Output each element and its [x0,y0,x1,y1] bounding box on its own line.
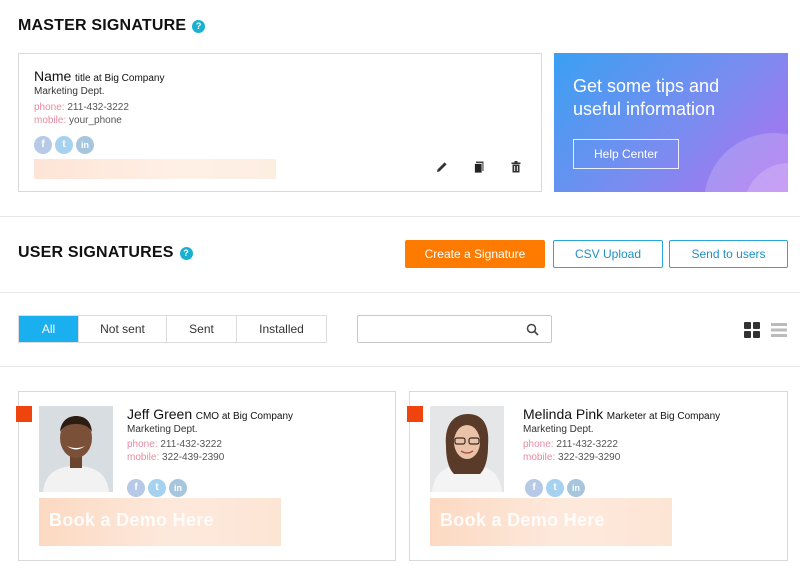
copy-icon[interactable] [472,160,486,174]
master-signature-preview: Name title at Big Company Marketing Dept… [34,68,164,154]
phone-label: phone: [523,439,554,450]
tab-installed[interactable]: Installed [237,316,326,342]
tab-sent[interactable]: Sent [167,316,237,342]
divider [0,216,800,217]
twitter-icon: t [55,136,73,154]
master-signature-title: MASTER SIGNATURE ? [18,17,206,35]
phone-label: phone: [127,439,158,450]
twitter-icon: t [148,479,166,497]
send-to-users-button[interactable]: Send to users [669,240,788,268]
signature-name: Jeff Green [127,406,193,422]
linkedin-icon: in [76,136,94,154]
demo-banner: Book a Demo Here [430,498,672,546]
tab-all[interactable]: All [19,316,79,342]
search-box [357,315,552,343]
user-signature-card[interactable]: Jeff Green CMO at Big Company Marketing … [16,391,396,561]
not-sent-flag-icon [16,406,32,422]
linkedin-icon: in [567,479,585,497]
facebook-icon: f [127,479,145,497]
not-sent-flag-icon [407,406,423,422]
pencil-icon[interactable] [435,160,449,174]
avatar [430,406,504,492]
signature-title: title at Big Company [74,73,165,84]
signature-details: Melinda Pink Marketer at Big Company Mar… [523,406,720,463]
grid-view-icon[interactable] [744,322,760,338]
phone-label: phone: [34,102,65,113]
user-signatures-title: USER SIGNATURES ? [18,244,193,262]
tab-not-sent[interactable]: Not sent [79,316,167,342]
help-icon[interactable]: ? [179,246,193,260]
facebook-icon: f [34,136,52,154]
signature-dept: Marketing Dept. [34,86,105,97]
divider [0,366,800,367]
mobile-label: mobile: [127,452,160,463]
create-signature-button[interactable]: Create a Signature [405,240,545,268]
banner-text: Book a Demo Here [440,510,605,530]
signature-details: Jeff Green CMO at Big Company Marketing … [127,406,293,463]
master-signature-card[interactable]: Name title at Big Company Marketing Dept… [18,53,542,192]
divider [0,292,800,293]
trash-icon[interactable] [509,160,523,174]
phone-value: 211-432-3222 [160,439,222,450]
search-input[interactable] [358,316,518,342]
user-signature-card[interactable]: Melinda Pink Marketer at Big Company Mar… [407,391,788,561]
help-center-button[interactable]: Help Center [573,139,679,169]
person-photo-icon [430,406,504,492]
phone-value: 211-432-3222 [67,102,129,113]
signature-name: Name [34,68,72,84]
csv-upload-button[interactable]: CSV Upload [553,240,663,268]
signature-title: CMO at Big Company [195,411,294,422]
banner-text: Book a Demo Here [49,510,214,530]
linkedin-icon: in [169,479,187,497]
twitter-icon: t [546,479,564,497]
search-icon[interactable] [526,323,539,336]
facebook-icon: f [525,479,543,497]
mobile-value: 322-329-3290 [558,452,621,463]
status-filter-tabs: All Not sent Sent Installed [18,315,327,343]
signature-dept: Marketing Dept. [127,424,198,435]
help-icon[interactable]: ? [192,19,206,33]
demo-banner: Book a Demo Here [39,498,281,546]
signature-dept: Marketing Dept. [523,424,594,435]
mobile-value: your_phone [69,115,122,126]
mobile-label: mobile: [523,452,556,463]
signature-banner [34,159,276,179]
phone-value: 211-432-3222 [556,439,618,450]
mobile-label: mobile: [34,115,67,126]
avatar [39,406,113,492]
mobile-value: 322-439-2390 [162,452,225,463]
signature-name: Melinda Pink [523,406,604,422]
list-view-icon[interactable] [771,322,787,338]
person-photo-icon [39,406,113,492]
promo-text: Get some tips and useful information [573,76,720,119]
tips-promo-panel: Get some tips and useful information Hel… [554,53,788,192]
signature-title: Marketer at Big Company [606,411,721,422]
